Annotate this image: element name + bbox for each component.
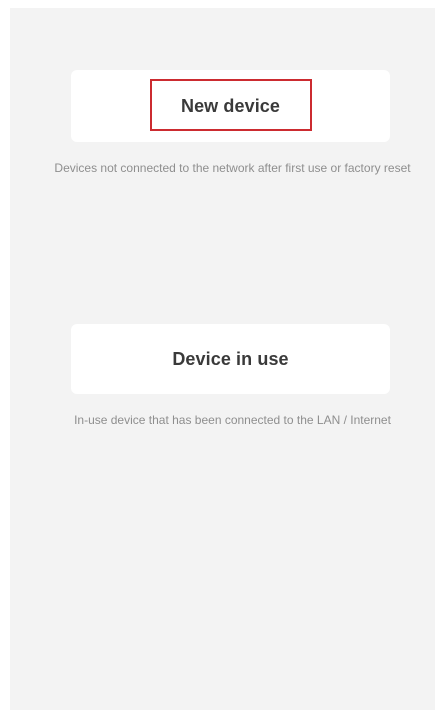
new-device-description: Devices not connected to the network aft… (54, 161, 411, 175)
device-in-use-label: Device in use (172, 348, 289, 369)
new-device-label: New device (180, 95, 281, 116)
device-in-use-description: In-use device that has been connected to… (74, 413, 391, 427)
device-type-selection-screen: New device Devices not connected to the … (10, 8, 435, 710)
new-device-button[interactable]: New device (71, 70, 390, 142)
device-in-use-button[interactable]: Device in use (71, 324, 390, 394)
